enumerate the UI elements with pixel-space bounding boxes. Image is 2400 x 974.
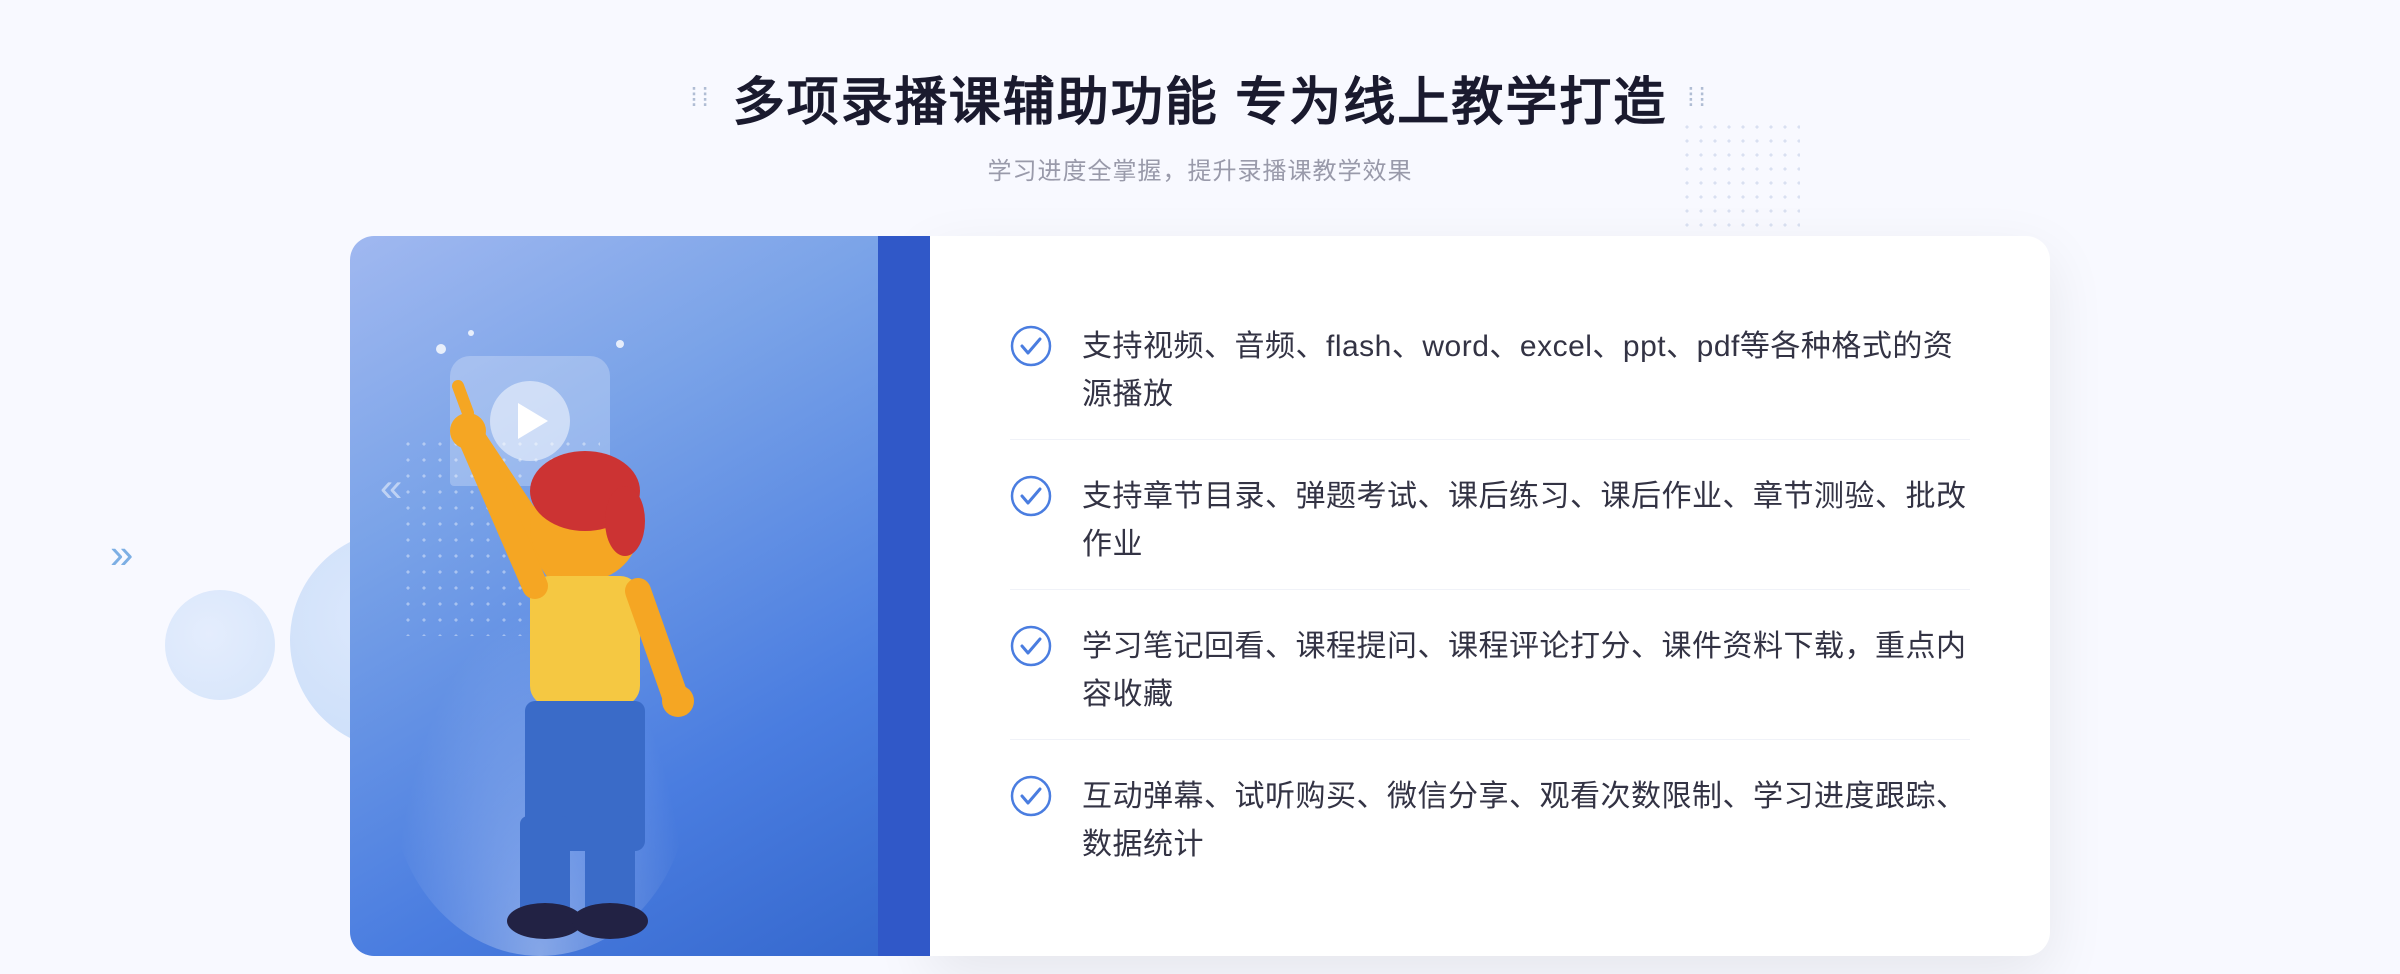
header-title-wrapper: ⁞⁞ 多项录播课辅助功能 专为线上教学打造 ⁞⁞ [690,60,1709,135]
feature-text-2: 支持章节目录、弹题考试、课后练习、课后作业、章节测验、批改作业 [1082,473,1970,569]
check-icon-4 [1010,775,1052,817]
sparkle-1 [436,344,446,354]
feature-item-4: 互动弹幕、试听购买、微信分享、观看次数限制、学习进度跟踪、数据统计 [1010,753,1970,889]
chevron-left-deco: » [110,530,133,578]
header: ⁞⁞ 多项录播课辅助功能 专为线上教学打造 ⁞⁞ 学习进度全掌握，提升录播课教学… [690,60,1709,186]
feature-item-1: 支持视频、音频、flash、word、excel、ppt、pdf等各种格式的资源… [1010,303,1970,440]
feature-text-3: 学习笔记回看、课程提问、课程评论打分、课件资料下载，重点内容收藏 [1082,623,1970,719]
feature-text-4: 互动弹幕、试听购买、微信分享、观看次数限制、学习进度跟踪、数据统计 [1082,773,1970,869]
feature-item-3: 学习笔记回看、课程提问、课程评论打分、课件资料下载，重点内容收藏 [1010,603,1970,740]
person-illustration [410,356,810,956]
blue-bar [878,236,930,956]
feature-item-2: 支持章节目录、弹题考试、课后练习、课后作业、章节测验、批改作业 [1010,453,1970,590]
check-icon-3 [1010,625,1052,667]
content-panel: 支持视频、音频、flash、word、excel、ppt、pdf等各种格式的资源… [930,236,2050,956]
illus-arrows: « [380,466,402,511]
main-content: « [350,236,2050,956]
sparkle-3 [616,340,624,348]
check-icon-1 [1010,325,1052,367]
deco-circle-2 [165,590,275,700]
header-deco-right: ⁞⁞ [1687,82,1709,113]
page-title: 多项录播课辅助功能 专为线上教学打造 [733,60,1667,135]
check-icon-2 [1010,475,1052,517]
header-deco-left: ⁞⁞ [690,82,712,113]
sparkle-2 [468,330,474,336]
header-subtitle: 学习进度全掌握，提升录播课教学效果 [690,151,1709,186]
feature-text-1: 支持视频、音频、flash、word、excel、ppt、pdf等各种格式的资源… [1082,323,1970,419]
page-wrapper: » ⁞⁞ 多项录播课辅助功能 专为线上教学打造 ⁞⁞ 学习进度全掌握，提升录播课… [0,0,2400,974]
illustration-panel: « [350,236,930,956]
